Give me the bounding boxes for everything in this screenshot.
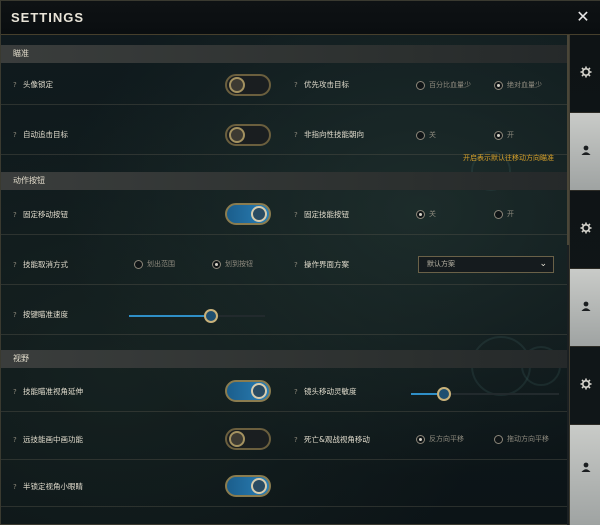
setting-label: 操作界面方案	[304, 260, 349, 269]
setting-label: 优先攻击目标	[304, 80, 349, 89]
settings-row: ? 半锁定视角小眼睛	[1, 467, 569, 507]
setting-label: 镜头移动灵敏度	[304, 387, 357, 396]
close-icon[interactable]: ✕	[573, 7, 593, 27]
section-header-view: 视野	[1, 350, 569, 368]
settings-row: ? 技能瞄准视角延伸 ? 镜头移动灵敏度	[1, 372, 569, 412]
slider-handle[interactable]	[436, 387, 451, 401]
settings-row: ? 自动追击目标 ? 非指向性技能朝向 关 开 开启表示默认往移动方向瞄准	[1, 115, 569, 162]
settings-content: 瞄准 ? 头像锁定 ? 优先攻击目标 百分比血量少 绝对血量少 ? 自动追击目标…	[1, 35, 569, 525]
help-icon[interactable]: ?	[294, 210, 302, 220]
gear-icon	[580, 378, 592, 390]
help-icon[interactable]: ?	[13, 482, 21, 492]
dropdown-value: 默认方案	[427, 260, 455, 268]
half-lock-toggle[interactable]	[225, 475, 271, 497]
radio-label: 划到按钮	[225, 260, 253, 268]
help-icon[interactable]: ?	[13, 130, 21, 140]
help-icon[interactable]: ?	[294, 80, 302, 90]
setting-label: 固定移动按钮	[23, 210, 68, 219]
setting-label: 半锁定视角小眼睛	[23, 482, 83, 491]
death-move-radio-0[interactable]	[416, 435, 425, 444]
settings-row: ? 固定移动按钮 ? 固定技能按钮 关 开	[1, 195, 569, 235]
auto-attack-toggle[interactable]	[225, 124, 271, 146]
setting-label: 按键瞄准速度	[23, 310, 68, 319]
slider-fill	[129, 315, 211, 317]
settings-row: ? 技能取消方式 划出范围 划到按钮 ? 操作界面方案 默认方案 ⌄	[1, 245, 569, 285]
radio-label: 划出范围	[147, 260, 175, 268]
setting-label: 头像锁定	[23, 80, 53, 89]
settings-row: ? 头像锁定 ? 优先攻击目标 百分比血量少 绝对血量少	[1, 65, 569, 105]
help-icon[interactable]: ?	[13, 387, 21, 397]
radio-label: 拖动方向平移	[507, 435, 549, 443]
sidebar-tab[interactable]	[570, 425, 600, 525]
sidebar-tab[interactable]	[570, 35, 600, 113]
window-title: SETTINGS	[11, 10, 85, 25]
slider-handle[interactable]	[203, 309, 218, 323]
help-icon[interactable]: ?	[294, 260, 302, 270]
death-move-radio-1[interactable]	[494, 435, 503, 444]
help-icon[interactable]: ?	[294, 130, 302, 140]
settings-row: ? 按键瞄准速度	[1, 295, 569, 335]
cancel-mode-radio-1[interactable]	[212, 260, 221, 269]
setting-label: 技能瞄准视角延伸	[23, 387, 83, 396]
user-icon	[581, 462, 591, 472]
radio-label: 百分比血量少	[429, 81, 471, 89]
priority-target-radio-1[interactable]	[494, 81, 503, 90]
sidebar-tab[interactable]	[570, 113, 600, 191]
sidebar-tab[interactable]	[570, 269, 600, 347]
aim-extend-toggle[interactable]	[225, 380, 271, 402]
help-icon[interactable]: ?	[13, 310, 21, 320]
help-icon[interactable]: ?	[294, 387, 302, 397]
help-icon[interactable]: ?	[13, 80, 21, 90]
fixed-skill-radio-0[interactable]	[416, 210, 425, 219]
ui-scheme-dropdown[interactable]: 默认方案 ⌄	[418, 256, 554, 273]
radio-label: 开	[507, 210, 514, 218]
radio-label: 绝对血量少	[507, 81, 542, 89]
sidebar	[569, 35, 600, 525]
help-icon[interactable]: ?	[294, 435, 302, 445]
radio-label: 反方向平移	[429, 435, 464, 443]
help-icon[interactable]: ?	[13, 210, 21, 220]
fixed-move-toggle[interactable]	[225, 203, 271, 225]
help-icon[interactable]: ?	[13, 435, 21, 445]
aim-speed-slider[interactable]	[129, 309, 265, 323]
radio-label: 关	[429, 210, 436, 218]
head-lock-toggle[interactable]	[225, 74, 271, 96]
gear-icon	[580, 222, 592, 234]
sidebar-tab[interactable]	[570, 347, 600, 425]
sidebar-tab[interactable]	[570, 191, 600, 269]
setting-label: 固定技能按钮	[304, 210, 349, 219]
lens-sensitivity-slider[interactable]	[411, 387, 559, 401]
fixed-skill-radio-1[interactable]	[494, 210, 503, 219]
setting-label: 非指向性技能朝向	[304, 130, 364, 139]
help-icon[interactable]: ?	[13, 260, 21, 270]
setting-label: 死亡&观战视角移动	[304, 435, 370, 444]
radio-label: 关	[429, 131, 436, 139]
settings-window: SETTINGS ✕ 瞄准 ? 头像锁定 ? 优先攻击目标 百分比血量少 绝对血…	[0, 0, 600, 525]
hint-text: 开启表示默认往移动方向瞄准	[463, 154, 554, 162]
title-bar: SETTINGS ✕	[1, 1, 600, 35]
cancel-mode-radio-0[interactable]	[134, 260, 143, 269]
setting-label: 技能取消方式	[23, 260, 68, 269]
user-icon	[581, 145, 591, 155]
user-icon	[581, 301, 591, 311]
priority-target-radio-0[interactable]	[416, 81, 425, 90]
settings-row: ? 远技能画中画功能 ? 死亡&观战视角移动 反方向平移 拖动方向平移	[1, 420, 569, 460]
setting-label: 自动追击目标	[23, 130, 68, 139]
radio-label: 开	[507, 131, 514, 139]
ranged-zoom-toggle[interactable]	[225, 428, 271, 450]
non-directional-radio-1[interactable]	[494, 131, 503, 140]
setting-label: 远技能画中画功能	[23, 435, 83, 444]
non-directional-radio-0[interactable]	[416, 131, 425, 140]
chevron-down-icon: ⌄	[539, 259, 547, 269]
section-header-action-buttons: 动作按钮	[1, 172, 569, 190]
section-header-aim: 瞄准	[1, 45, 569, 63]
gear-icon	[580, 66, 592, 78]
